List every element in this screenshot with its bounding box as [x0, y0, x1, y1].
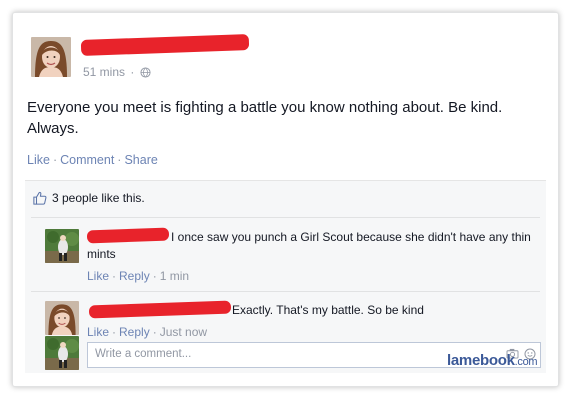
comment-text: Exactly. That's my battle. So be kind	[232, 303, 424, 317]
like-link[interactable]: Like	[27, 153, 50, 167]
redacted-author-name	[80, 34, 250, 56]
watermark-suffix: .com	[514, 356, 538, 368]
likes-summary-row: 3 people like this.	[33, 191, 145, 208]
commenter-avatar[interactable]	[45, 229, 79, 263]
post-time[interactable]: 51 mins	[83, 65, 125, 79]
likes-summary-text[interactable]: 3 people like this.	[52, 191, 145, 205]
watermark-brand: lamebook	[447, 352, 515, 369]
comment-input-placeholder: Write a comment...	[95, 348, 192, 360]
comment-reply-link[interactable]: Reply	[119, 325, 150, 339]
comment-actions: Like · Reply · Just now	[87, 325, 208, 339]
share-link[interactable]: Share	[124, 153, 157, 167]
divider	[31, 217, 540, 218]
comment-text: I once saw you punch a Girl Scout becaus…	[87, 230, 531, 261]
comment-like-link[interactable]: Like	[87, 269, 109, 283]
post-meta: 51 mins ·	[83, 65, 151, 81]
feedback-area: 3 people like this. I once saw you punch…	[25, 180, 546, 373]
comment-reply-link[interactable]: Reply	[119, 269, 150, 283]
author-reply-avatar[interactable]	[45, 301, 79, 335]
comment-like-link[interactable]: Like	[87, 325, 109, 339]
divider	[31, 291, 540, 292]
viewer-avatar	[45, 336, 79, 370]
comment-time[interactable]: Just now	[160, 325, 207, 339]
globe-icon[interactable]	[140, 67, 151, 81]
comment-time[interactable]: 1 min	[160, 269, 189, 283]
comment-actions: Like · Reply · 1 min	[87, 269, 190, 283]
lamebook-watermark: lamebook.com	[447, 352, 538, 369]
comment-link[interactable]: Comment	[60, 153, 114, 167]
thumbs-up-icon	[33, 191, 47, 208]
post-card: 51 mins · Everyone you meet is fighting …	[12, 12, 559, 387]
post-actions: Like · Comment · Share	[27, 153, 158, 167]
author-avatar[interactable]	[31, 37, 71, 77]
post-text: Everyone you meet is fighting a battle y…	[27, 99, 503, 137]
redacted-reply-author-name	[88, 300, 232, 319]
